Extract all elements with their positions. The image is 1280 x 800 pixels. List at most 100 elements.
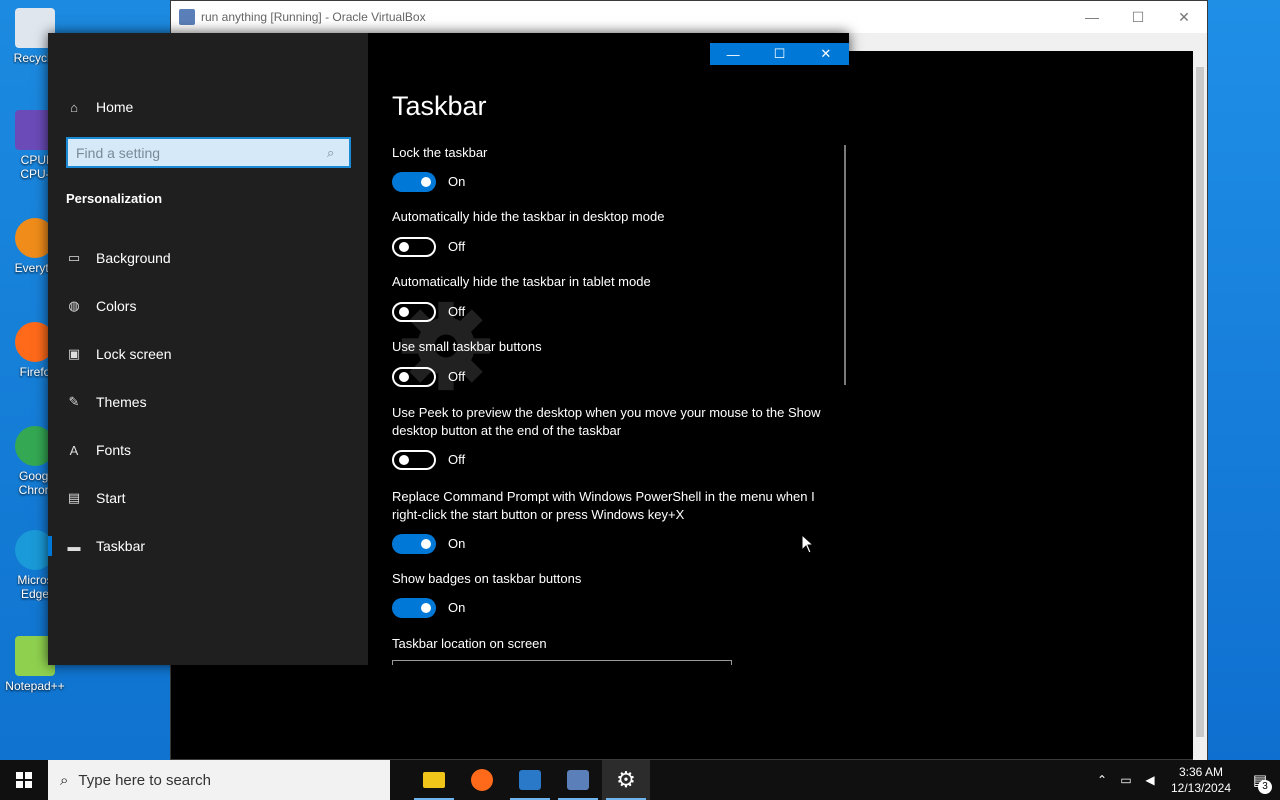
setting-label: Automatically hide the taskbar in deskto… [392,209,665,224]
badges-toggle[interactable] [392,598,436,618]
mouse-cursor-icon [801,534,815,554]
system-clock[interactable]: 3:36 AM 12/13/2024 [1162,764,1240,796]
toggle-knob [399,242,409,252]
setting-label: Replace Command Prompt with Windows Powe… [392,489,815,522]
virtualbox-icon [519,770,541,790]
toggle-state: On [448,174,466,189]
toggle-knob [421,177,431,187]
page-title: Taskbar [392,91,487,121]
autohide-tablet-toggle[interactable] [392,302,436,322]
system-tray: ⌃ ▭ ◀ 3:36 AM 12/13/2024 ▤ 3 [1090,760,1280,800]
desktop-icon-label: Firefo [19,365,51,379]
sidebar-item-label: Fonts [96,442,132,458]
content-scrollbar[interactable] [844,145,846,385]
firefox-icon [471,769,493,791]
maximize-button[interactable]: ☐ [1115,1,1161,33]
setting-label: Lock the taskbar [392,145,488,160]
setting-label: Show badges on taskbar buttons [392,571,582,586]
sidebar-item-colors[interactable]: ◍ Colors [48,286,368,326]
sidebar-item-themes[interactable]: ✎ Themes [48,382,368,422]
action-center-button[interactable]: ▤ 3 [1240,760,1280,800]
taskbar-app-firefox[interactable] [458,760,506,800]
sidebar-item-background[interactable]: ▭ Background [48,238,368,278]
window-title: run anything [Running] - Oracle VirtualB… [201,10,426,24]
settings-window: ⌂ Home ⌕ Personalization ▭ Background ◍ … [48,33,849,665]
taskbar-location-dropdown[interactable] [392,660,732,665]
nav-home-label: Home [96,99,134,115]
toggle-state: On [448,536,466,551]
taskbar-app-vm-window[interactable] [554,760,602,800]
search-icon[interactable]: ⌕ [327,145,349,161]
setting-label: Taskbar location on screen [392,636,547,651]
scrollbar-thumb[interactable] [1196,67,1204,737]
setting-label: Use small taskbar buttons [392,339,542,354]
taskbar-search-placeholder: Type here to search [78,771,211,789]
clock-time: 3:36 AM [1178,765,1224,779]
toggle-knob [421,539,431,549]
window-controls: — ☐ ✕ [710,43,849,65]
autohide-desktop-toggle[interactable] [392,237,436,257]
picture-icon: ▭ [67,250,81,265]
sidebar-item-label: Start [96,490,126,506]
desktop-icon-label: Notepad++ [5,679,65,693]
close-button[interactable]: ✕ [803,43,849,65]
minimize-button[interactable]: — [1069,1,1115,33]
toggle-state: Off [448,239,466,254]
gear-icon: ⚙ [616,767,636,792]
virtualbox-app-icon [179,9,195,25]
toggle-knob [399,372,409,382]
close-button[interactable]: ✕ [1161,1,1207,33]
palette-icon: ◍ [68,298,80,313]
folder-icon [423,772,445,788]
desktop-background [1208,0,1280,760]
notification-count: 3 [1258,780,1272,794]
nav-home[interactable]: ⌂ Home [48,87,368,127]
small-buttons-toggle[interactable] [392,367,436,387]
virtualbox-titlebar[interactable]: run anything [Running] - Oracle VirtualB… [171,1,1207,33]
powershell-toggle[interactable] [392,534,436,554]
sidebar-item-label: Taskbar [96,538,146,554]
taskbar-app-file-explorer[interactable] [410,760,458,800]
windows-logo-icon [16,772,32,788]
toggle-knob [399,455,409,465]
sidebar-item-taskbar[interactable]: ▬ Taskbar [48,526,368,566]
maximize-button[interactable]: ☐ [756,43,802,65]
start-icon: ▤ [67,490,81,505]
lock-screen-icon: ▣ [67,346,81,361]
vm-window-icon [567,770,589,790]
vertical-scrollbar[interactable] [1193,51,1207,761]
settings-content: — ☐ ✕ Taskbar Lock the taskbar On Automa… [368,33,849,665]
find-setting-search[interactable]: ⌕ [66,137,351,168]
volume-muted-icon[interactable]: ◀ [1138,773,1162,787]
taskbar-app-virtualbox[interactable] [506,760,554,800]
clock-date: 12/13/2024 [1170,781,1232,795]
toggle-knob [421,603,431,613]
toggle-state: Off [448,369,466,384]
search-icon: ⌕ [60,771,69,789]
network-icon[interactable]: ▭ [1114,773,1138,787]
toggle-state: On [448,600,466,615]
peek-toggle[interactable] [392,450,436,470]
search-input[interactable] [68,139,327,166]
windows-taskbar: ⌕ Type here to search ⚙ ⌃ ▭ ◀ 3:36 AM 12… [0,760,1280,800]
home-icon: ⌂ [70,99,78,115]
settings-sidebar: ⌂ Home ⌕ Personalization ▭ Background ◍ … [48,33,368,665]
taskbar-icon: ▬ [67,538,81,554]
sidebar-item-lock-screen[interactable]: ▣ Lock screen [48,334,368,374]
section-heading: Personalization [66,191,163,206]
sidebar-item-fonts[interactable]: A Fonts [48,430,368,470]
taskbar-app-settings[interactable]: ⚙ [602,760,650,800]
brush-icon: ✎ [68,394,80,409]
sidebar-item-start[interactable]: ▤ Start [48,478,368,518]
setting-label: Automatically hide the taskbar in tablet… [392,274,651,289]
start-button[interactable] [0,760,48,800]
minimize-button[interactable]: — [710,43,756,65]
taskbar-search-box[interactable]: ⌕ Type here to search [48,760,390,800]
sidebar-item-label: Themes [96,394,147,410]
chevron-up-icon[interactable]: ⌃ [1090,773,1114,787]
lock-taskbar-toggle[interactable] [392,172,436,192]
toggle-state: Off [448,452,466,467]
font-icon: A [69,442,79,458]
sidebar-item-label: Colors [96,298,137,314]
toggle-state: Off [448,304,466,319]
